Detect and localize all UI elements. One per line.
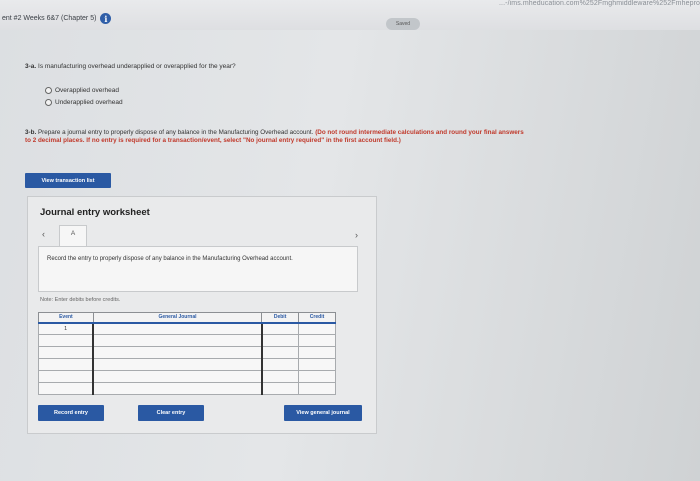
- view-general-journal-button[interactable]: View general journal: [284, 405, 362, 421]
- question-3a-label: 3-a.: [25, 63, 37, 70]
- event-cell: [38, 370, 94, 383]
- column-header-credit: Credit: [298, 312, 336, 324]
- debit-field[interactable]: [261, 334, 300, 347]
- question-3b-label: 3-b.: [25, 129, 37, 136]
- option-overapplied[interactable]: Overapplied overhead: [45, 87, 119, 94]
- debit-field[interactable]: [261, 358, 300, 371]
- question-3b-text: Prepare a journal entry to properly disp…: [37, 129, 314, 136]
- journal-table: Event General Journal Debit Credit 1: [38, 312, 336, 395]
- assignment-header: ent #2 Weeks 6&7 (Chapter 5) i: [2, 13, 112, 24]
- event-cell: [38, 346, 94, 359]
- option-underapplied[interactable]: Underapplied overhead: [45, 99, 123, 106]
- worksheet-instruction-box: Record the entry to properly dispose of …: [38, 246, 358, 292]
- question-3a: 3-a. Is manufacturing overhead underappl…: [25, 63, 236, 70]
- column-header-general-journal: General Journal: [92, 312, 263, 324]
- table-row: [38, 358, 336, 371]
- tab-a-label: A: [70, 230, 76, 237]
- credit-field[interactable]: [298, 370, 336, 383]
- option-overapplied-label: Overapplied overhead: [55, 87, 119, 94]
- account-field[interactable]: [92, 358, 263, 371]
- account-field[interactable]: [92, 346, 263, 359]
- question-3b: 3-b. Prepare a journal entry to properly…: [25, 129, 525, 145]
- event-cell: 1: [38, 322, 94, 335]
- saved-indicator: Saved: [386, 18, 420, 30]
- radio-button-icon[interactable]: [45, 99, 52, 106]
- credit-field[interactable]: [298, 382, 336, 395]
- credit-field[interactable]: [298, 334, 336, 347]
- table-row: [38, 382, 336, 395]
- credit-field[interactable]: [298, 322, 336, 335]
- clear-entry-button[interactable]: Clear entry: [138, 405, 204, 421]
- event-cell: [38, 358, 94, 371]
- table-row: [38, 370, 336, 383]
- table-row: 1: [38, 322, 336, 335]
- debit-field[interactable]: [261, 382, 300, 395]
- worksheet-instruction: Record the entry to properly dispose of …: [47, 256, 293, 262]
- account-field[interactable]: [92, 334, 263, 347]
- table-row: [38, 346, 336, 359]
- event-cell: [38, 382, 94, 395]
- chevron-left-icon[interactable]: ‹: [42, 229, 45, 239]
- record-entry-button[interactable]: Record entry: [38, 405, 104, 421]
- option-underapplied-label: Underapplied overhead: [55, 99, 123, 106]
- chevron-right-icon[interactable]: ›: [355, 230, 358, 240]
- question-3a-text: Is manufacturing overhead underapplied o…: [38, 63, 236, 70]
- worksheet-note: Note: Enter debits before credits.: [40, 297, 121, 303]
- browser-top-bar: ...-/ims.mheducation.com%252Fmghmiddlewa…: [0, 0, 700, 30]
- column-header-event: Event: [38, 312, 94, 324]
- radio-button-icon[interactable]: [45, 87, 52, 94]
- view-transaction-list-button[interactable]: View transaction list: [25, 173, 111, 188]
- debit-field[interactable]: [261, 322, 300, 335]
- column-header-debit: Debit: [261, 312, 300, 324]
- worksheet-title: Journal entry worksheet: [40, 207, 150, 218]
- browser-url[interactable]: ...-/ims.mheducation.com%252Fmghmiddlewa…: [499, 0, 700, 7]
- account-field[interactable]: [92, 322, 263, 335]
- event-cell: [38, 334, 94, 347]
- debit-field[interactable]: [261, 346, 300, 359]
- table-row: [38, 334, 336, 347]
- assignment-title: ent #2 Weeks 6&7 (Chapter 5): [2, 15, 97, 22]
- info-icon[interactable]: i: [100, 13, 112, 24]
- debit-field[interactable]: [261, 370, 300, 383]
- journal-entry-worksheet: Journal entry worksheet ‹ A › Record the…: [27, 196, 377, 434]
- credit-field[interactable]: [298, 346, 336, 359]
- credit-field[interactable]: [298, 358, 336, 371]
- account-field[interactable]: [92, 382, 263, 395]
- tab-a[interactable]: A: [59, 225, 87, 247]
- account-field[interactable]: [92, 370, 263, 383]
